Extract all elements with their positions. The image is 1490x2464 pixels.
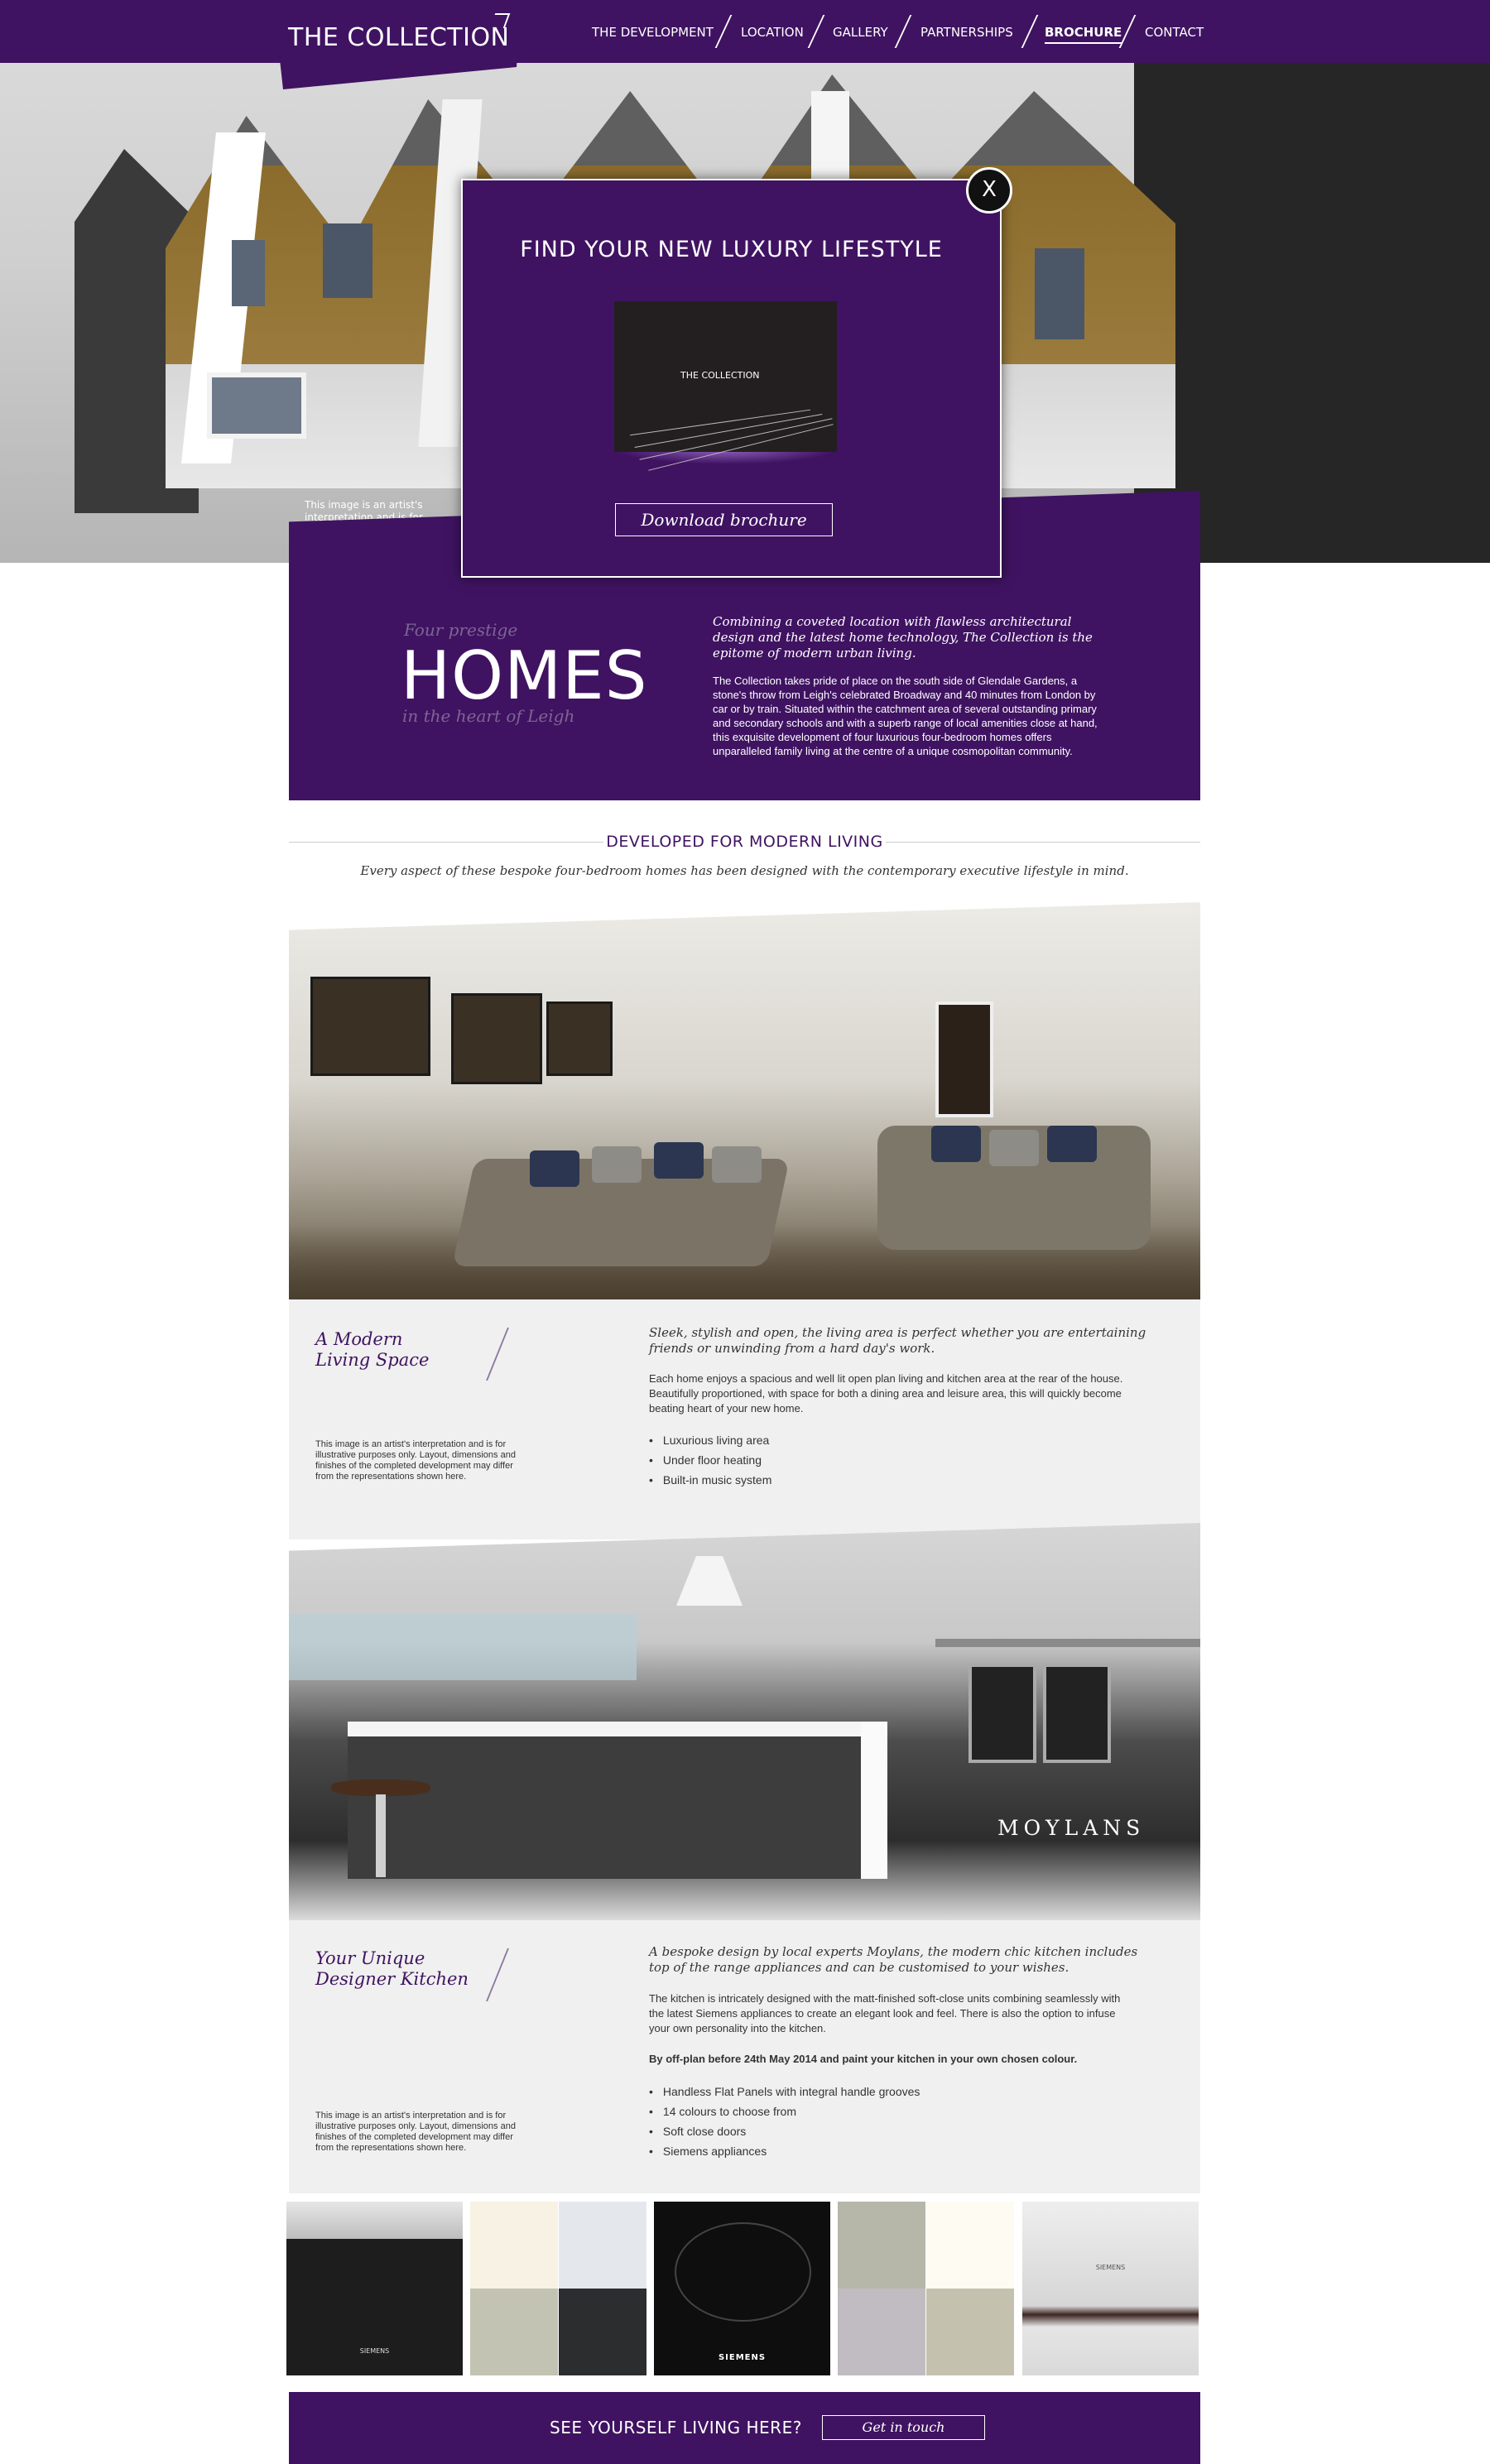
cushion: [712, 1146, 762, 1183]
hob-ring: [675, 2222, 811, 2322]
nav-item-contact[interactable]: CONTACT: [1145, 25, 1204, 40]
living-feature-list: Luxurious living area Under floor heatin…: [649, 1430, 771, 1490]
kitchen-offer-text: By off-plan before 24th May 2014 and pai…: [649, 2053, 1078, 2065]
kitchen-lead-text: A bespoke design by local experts Moylan…: [649, 1944, 1138, 1975]
bar-stool-leg: [376, 1794, 386, 1877]
wall-photo-frame: [310, 977, 430, 1076]
list-item: Soft close doors: [649, 2121, 920, 2141]
nav-item-gallery[interactable]: GALLERY: [833, 25, 888, 40]
living-title: A Modern Living Space: [315, 1329, 429, 1371]
oven-brand-label: SIEMENS: [359, 2347, 390, 2355]
hero-window: [323, 223, 372, 298]
intro-headline: HOMES: [401, 637, 648, 714]
colour-swatch: [926, 2289, 1014, 2375]
oven-control-panel: [286, 2202, 463, 2239]
living-room-window: [935, 1001, 993, 1117]
hood-brand-label: SIEMENS: [1095, 2264, 1126, 2271]
nav-item-location[interactable]: LOCATION: [741, 25, 804, 40]
kitchen-island: [348, 1722, 877, 1879]
intro-body-text: The Collection takes pride of place on t…: [713, 675, 1098, 757]
cushion: [654, 1142, 704, 1179]
wall-photo-frame: [451, 993, 542, 1084]
list-item: 14 colours to choose from: [649, 2101, 920, 2121]
gallery-thumb-colour-swatches[interactable]: [838, 2202, 1014, 2375]
cushion: [931, 1126, 981, 1162]
colour-swatch: [470, 2202, 558, 2289]
living-title-line-1: A Modern: [315, 1329, 403, 1349]
cushion: [989, 1130, 1039, 1166]
colour-swatch: [559, 2289, 646, 2375]
kitchen-feature-list: Handless Flat Panels with integral handl…: [649, 2082, 920, 2161]
colour-swatch: [470, 2289, 558, 2375]
cushion: [592, 1146, 642, 1183]
gallery-thumb-colour-swatches[interactable]: [470, 2202, 646, 2375]
kitchen-oven: [968, 1664, 1036, 1763]
intro-tagline: in the heart of Leigh: [402, 706, 575, 726]
moylans-watermark: MOYLANS: [997, 1816, 1146, 1840]
kitchen-shelf: [935, 1639, 1200, 1647]
colour-swatch: [559, 2202, 646, 2289]
colour-swatch: [838, 2289, 925, 2375]
kitchen-title-line-2: Designer Kitchen: [315, 1969, 469, 1989]
kitchen-body-text: The kitchen is intricately designed with…: [649, 1992, 1121, 2034]
brochure-cover-title: THE COLLECTION: [680, 370, 760, 381]
living-body-text: Each home enjoys a spacious and well lit…: [649, 1372, 1123, 1415]
kitchen-title: Your Unique Designer Kitchen: [315, 1948, 469, 1990]
living-title-line-2: Living Space: [315, 1350, 430, 1370]
list-item: Under floor heating: [649, 1450, 771, 1470]
section-heading: DEVELOPED FOR MODERN LIVING: [606, 833, 883, 851]
intro-lead-text: Combining a coveted location with flawle…: [713, 614, 1093, 660]
nav-item-brochure[interactable]: BROCHURE: [1045, 25, 1122, 44]
living-lead-text: Sleek, stylish and open, the living area…: [649, 1325, 1146, 1356]
site-logo[interactable]: THE COLLECTION: [288, 23, 510, 52]
list-item: Built-in music system: [649, 1470, 771, 1490]
kitchen-title-line-1: Your Unique: [315, 1948, 425, 1968]
kitchen-disclaimer: This image is an artist's interpretation…: [315, 2111, 516, 2153]
hob-brand-label: SIEMENS: [718, 2353, 767, 2362]
list-item: Siemens appliances: [649, 2141, 920, 2161]
hero-window: [232, 240, 265, 306]
download-brochure-button[interactable]: Download brochure: [615, 503, 833, 536]
kitchen-splashback: [289, 1614, 637, 1680]
colour-swatch: [926, 2202, 1014, 2289]
gallery-thumb-extractor-hood[interactable]: [1022, 2202, 1199, 2375]
hero-window: [207, 372, 306, 439]
modal-title: FIND YOUR NEW LUXURY LIFESTYLE: [520, 237, 943, 262]
bar-stool: [331, 1780, 430, 1796]
living-disclaimer: This image is an artist's interpretation…: [315, 1439, 516, 1482]
hero-window: [1035, 248, 1084, 339]
cushion: [530, 1150, 579, 1187]
nav-item-partnerships[interactable]: PARTNERSHIPS: [920, 25, 1013, 40]
kitchen-counter-end: [861, 1722, 887, 1879]
cta-text: SEE YOURSELF LIVING HERE?: [550, 2418, 802, 2438]
kitchen-oven: [1043, 1664, 1111, 1763]
wall-photo-frame: [546, 1001, 613, 1076]
list-item: Handless Flat Panels with integral handl…: [649, 2082, 920, 2101]
nav-item-the-development[interactable]: THE DEVELOPMENT: [592, 25, 714, 40]
hero-neighbour-house: [1134, 63, 1490, 563]
section-subheading: Every aspect of these bespoke four-bedro…: [360, 863, 1129, 878]
colour-swatch: [838, 2202, 925, 2289]
cushion: [1047, 1126, 1097, 1162]
get-in-touch-button[interactable]: Get in touch: [822, 2415, 985, 2440]
close-icon[interactable]: X: [966, 167, 1012, 214]
list-item: Luxurious living area: [649, 1430, 771, 1450]
